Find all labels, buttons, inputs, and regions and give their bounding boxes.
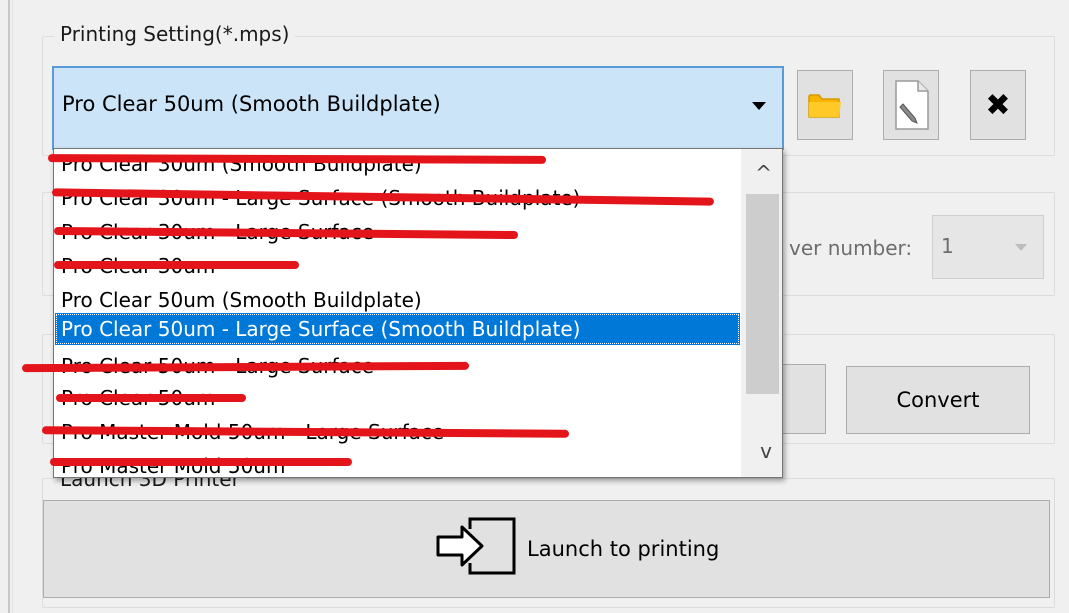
edit-document-icon [895, 80, 929, 130]
export-arrow-icon [436, 517, 516, 575]
window-edge [0, 0, 13, 613]
printing-setting-title: Printing Setting(*.mps) [54, 22, 296, 46]
chevron-down-icon [1015, 244, 1027, 251]
chevron-up-icon[interactable]: ^ [755, 161, 772, 185]
chevron-down-icon[interactable]: v [760, 439, 772, 463]
close-icon: ✖ [985, 87, 1011, 123]
dropdown-scrollbar[interactable]: ^ v [741, 149, 782, 477]
delete-setting-button[interactable]: ✖ [970, 70, 1026, 140]
layer-number-value: 1 [941, 234, 954, 258]
dropdown-option-selected[interactable]: Pro Clear 50um - Large Surface (Smooth B… [55, 313, 740, 345]
scrollbar-thumb[interactable] [746, 194, 779, 394]
layer-number-label: ver number: [789, 236, 913, 260]
dropdown-option[interactable]: Pro Clear 50um (Smooth Buildplate) [55, 283, 740, 317]
printing-setting-value: Pro Clear 50um (Smooth Buildplate) [62, 92, 441, 116]
layer-number-combo: 1 [932, 215, 1044, 279]
launch-label: Launch to printing [527, 537, 720, 561]
chevron-down-icon[interactable] [752, 102, 766, 110]
convert-label: Convert [896, 388, 980, 412]
redaction-mark [50, 458, 352, 466]
edit-setting-button[interactable] [883, 70, 939, 140]
printing-setting-combo[interactable]: Pro Clear 50um (Smooth Buildplate) [52, 66, 784, 150]
redaction-mark [54, 261, 299, 269]
launch-to-printing-button[interactable]: Launch to printing [43, 500, 1050, 598]
open-folder-button[interactable] [797, 70, 853, 140]
convert-button[interactable]: Convert [846, 366, 1030, 434]
redaction-mark [56, 394, 246, 402]
folder-icon [808, 94, 841, 118]
dropdown-option[interactable]: Pro Clear 30um (Smooth Buildplate) [55, 149, 740, 181]
